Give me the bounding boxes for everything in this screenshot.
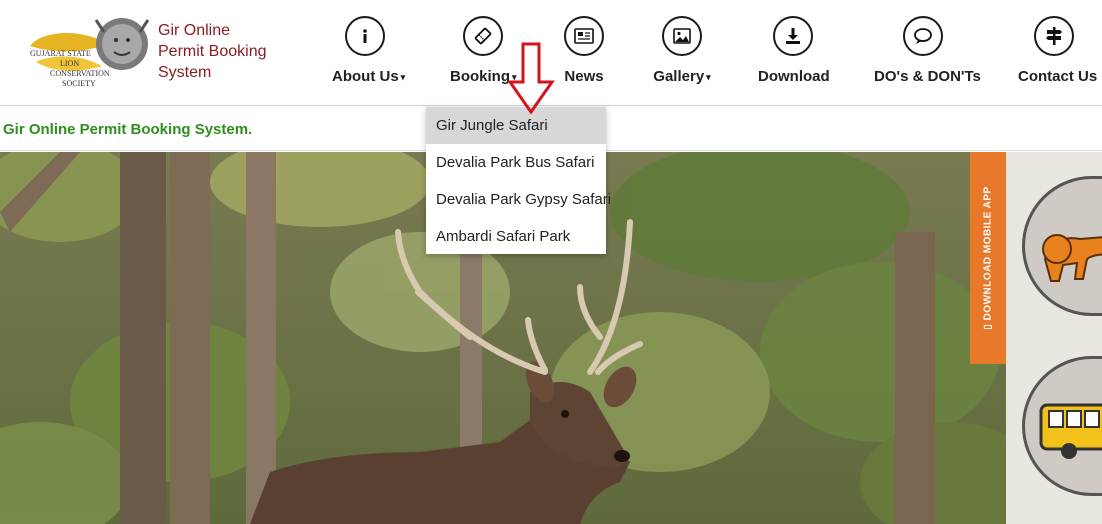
chat-icon [903,16,943,56]
download-mobile-app-tab[interactable]: ▯ DOWNLOAD MOBILE APP [970,152,1006,364]
site-title[interactable]: Gir Online Permit Booking System [158,20,267,83]
info-icon [345,16,385,56]
nav-dos-donts-label: DO's & DON'Ts [874,68,981,85]
nav-about-us-label: About Us [332,68,399,85]
tagline: Gir Online Permit Booking System. [3,121,253,138]
nav-download-label: Download [758,68,830,85]
booking-dropdown-menu: Gir Jungle Safari Devalia Park Bus Safar… [426,107,611,255]
nav-news[interactable]: News [562,16,606,92]
nav-news-label: News [564,68,604,85]
ticket-icon [463,16,503,56]
download-mobile-app-label: ▯ DOWNLOAD MOBILE APP [982,186,994,330]
gslcs-logo[interactable]: GUJARAT STATE LION CONSERVATION SOCIETY [22,10,152,96]
logo-text-2: LION [60,59,79,68]
site-title-line-1: Gir Online [158,22,231,39]
nav-contact-us[interactable]: Contact Us [1018,16,1097,92]
logo-text-3: CONSERVATION [50,69,110,78]
newspaper-icon [564,16,604,56]
nav-contact-us-label: Contact Us [1018,68,1098,85]
site-title-line-3: System [158,64,212,81]
menu-item-ambardi-safari-park[interactable]: Ambardi Safari Park [426,218,606,255]
site-title-line-2: Permit Booking [158,43,267,60]
menu-item-devalia-park-gypsy-safari[interactable]: Devalia Park Gypsy Safari [426,181,611,218]
nav-download[interactable]: Download [758,16,830,92]
nav-booking-label: Booking [450,68,510,85]
image-icon [662,16,702,56]
nav-about-us[interactable]: About Us ▾ [332,16,405,92]
nav-dos-donts[interactable]: DO's & DON'Ts [874,16,981,92]
caret-down-icon: ▾ [400,71,406,82]
logo-text-4: SOCIETY [62,79,96,88]
nav-gallery-label: Gallery [653,68,705,85]
nav-gallery[interactable]: Gallery ▾ [652,16,712,92]
annotation-arrow-down-icon [507,42,555,114]
menu-item-devalia-park-bus-safari[interactable]: Devalia Park Bus Safari [426,144,606,181]
logo-text-1: GUJARAT STATE [30,49,91,58]
signpost-icon [1034,16,1074,56]
caret-down-icon: ▾ [706,71,711,82]
download-icon [773,16,813,56]
